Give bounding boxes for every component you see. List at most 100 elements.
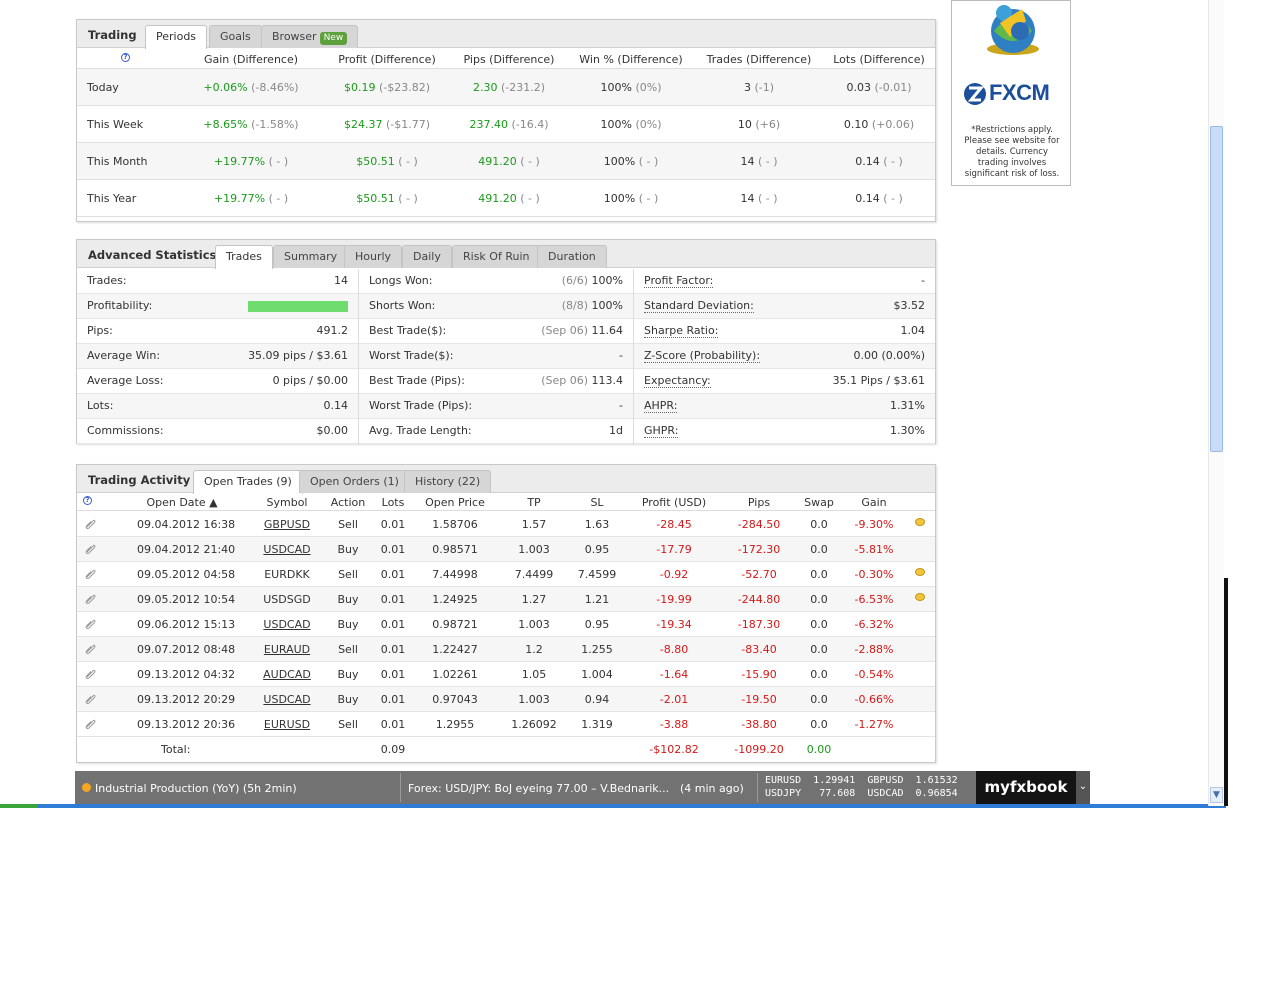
stat-row: Lots: 0.14 [77,394,358,419]
tab-open-trades[interactable]: Open Trades (9) [193,470,303,494]
vertical-scrollbar[interactable]: ▼ [1208,0,1224,806]
total-lots: 0.09 [380,743,406,756]
stat-help-label[interactable]: Expectancy: [644,374,711,388]
tab-risk-of-ruin[interactable]: Risk Of Ruin [452,245,541,268]
stat-value-group: (8/8) 100% [562,294,623,318]
stat-row: Worst Trade($): - [359,344,633,369]
stat-value: - [921,274,925,287]
trade-profit-cell: -1.64 [659,668,689,681]
tab-goals[interactable]: Goals [209,25,262,48]
tab-open-orders[interactable]: Open Orders (1) [299,470,410,493]
trade-row[interactable]: 09.13.2012 20:36 EURUSD Sell 0.01 1.2955 1.26… [77,712,935,737]
col-sl[interactable]: SL [567,496,627,509]
attachment-icon[interactable] [84,668,96,680]
tab-hourly[interactable]: Hourly [344,245,403,268]
stat-row: Expectancy: 35.1 Pips / $3.61 [634,369,935,394]
scrollbar-thumb[interactable] [1210,126,1223,452]
trade-swap-cell: 0.0 [810,518,828,531]
myfxbook-logo[interactable]: myfxbook [976,771,1076,804]
attachment-icon[interactable] [84,518,96,530]
attachment-icon[interactable] [84,593,96,605]
fxcm-disclaimer: *Restrictions apply. Please see website … [964,125,1060,179]
period-gain-value: +8.65% [203,118,248,131]
col-lots[interactable]: Lots [373,496,413,509]
period-gain-cell: +0.06% (-8.46%) [187,81,315,94]
trade-row[interactable]: 09.13.2012 04:32 AUDCAD Buy 0.01 1.02261 1.05… [77,662,935,687]
stats-column-1: Trades: 14 Profitability: Pips: 491.2 Average… [77,269,359,444]
attachment-icon[interactable] [84,718,96,730]
period-gain-value: +0.06% [203,81,248,94]
trade-row[interactable]: 09.13.2012 20:29 USDCAD Buy 0.01 0.97043 1.00… [77,687,935,712]
quotes-block[interactable]: EURUSD 1.29941 GBPUSD 1.61532 USDJPY 77.… [765,774,975,800]
scroll-down-arrow-icon[interactable]: ▼ [1210,787,1223,803]
col-profit[interactable]: Profit (Difference) [323,53,451,66]
col-open-price[interactable]: Open Price [420,496,490,509]
period-row: This Month +19.77% ( - ) $50.51 ( - ) 491.2… [77,143,935,180]
trade-symbol-cell[interactable]: GBPUSD [257,518,317,531]
col-swap[interactable]: Swap [799,496,839,509]
trade-symbol-cell[interactable]: USDCAD [257,693,317,706]
col-pips[interactable]: Pips [729,496,789,509]
trade-row[interactable]: 09.06.2012 15:13 USDCAD Buy 0.01 0.98721 1.00… [77,612,935,637]
period-profit-cell: $50.51 ( - ) [323,155,451,168]
trade-gain-cell: -6.32% [854,618,894,631]
period-profit-cell: $50.51 ( - ) [323,192,451,205]
period-trades-value: 14 [740,192,755,205]
tab-summary[interactable]: Summary [273,245,349,268]
trade-row[interactable]: 09.05.2012 10:54 USDSGD Buy 0.01 1.24925 1.27… [77,587,935,612]
attachment-icon[interactable] [84,543,96,555]
tab-daily[interactable]: Daily [402,245,452,268]
attachment-icon[interactable] [84,693,96,705]
period-lots-cell: 0.03 (-0.01) [815,81,943,94]
news-headline-link[interactable]: Forex: USD/JPY: BoJ eyeing 77.00 – V.Bed… [408,782,669,795]
trade-symbol-cell[interactable]: EURAUD [257,643,317,656]
stat-help-label[interactable]: Standard Deviation: [644,299,754,313]
col-lots[interactable]: Lots (Difference) [815,53,943,66]
stat-help-label[interactable]: Z-Score (Probability): [644,349,761,363]
quote-pair: GBPUSD [867,775,904,786]
col-pips[interactable]: Pips (Difference) [445,53,573,66]
trade-symbol-cell[interactable]: USDCAD [257,618,317,631]
trade-row[interactable]: 09.05.2012 04:58 EURDKK Sell 0.01 7.44998 7.4… [77,562,935,587]
col-win[interactable]: Win % (Difference) [567,53,695,66]
fxcm-ad[interactable]: FXCM *Restrictions apply. Please see web… [951,0,1071,186]
col-gain[interactable]: Gain (Difference) [187,53,315,66]
col-open-date[interactable]: Open Date ▲ [137,496,227,509]
tab-browser[interactable]: Browser New [261,25,359,48]
trade-symbol-cell[interactable]: AUDCAD [257,668,317,681]
tab-history[interactable]: History (22) [404,470,492,493]
tab-trades[interactable]: Trades [215,245,273,269]
attachment-icon[interactable] [84,618,96,630]
trade-date-cell: 09.13.2012 20:29 [137,693,236,706]
trading-activity-panel: Trading Activity Open Trades (9) Open Or… [76,464,936,763]
attachment-icon[interactable] [84,568,96,580]
col-profit[interactable]: Profit (USD) [634,496,714,509]
col-tp[interactable]: TP [504,496,564,509]
col-action[interactable]: Action [323,496,373,509]
trade-sl-cell: 7.4599 [577,568,617,581]
comment-bubble-icon[interactable] [915,568,925,576]
fxcm-z-icon [964,83,986,105]
period-trades-cell: 10 (+6) [695,118,823,131]
window-edge [1224,578,1228,806]
col-trades[interactable]: Trades (Difference) [695,53,823,66]
stat-help-label[interactable]: GHPR: [644,424,679,438]
stat-help-label[interactable]: Profit Factor: [644,274,714,288]
col-gain[interactable]: Gain [849,496,899,509]
window-bottom-green [0,804,38,808]
tab-periods[interactable]: Periods [145,25,208,49]
attachment-icon[interactable] [84,643,96,655]
trade-symbol-cell[interactable]: USDCAD [257,543,317,556]
stat-help-label[interactable]: Sharpe Ratio: [644,324,719,338]
tab-duration[interactable]: Duration [537,245,607,268]
trade-row[interactable]: 09.04.2012 16:38 GBPUSD Sell 0.01 1.58706 1.5… [77,512,935,537]
comment-bubble-icon[interactable] [915,518,925,526]
comment-bubble-icon[interactable] [915,593,925,601]
ticker-collapse-button[interactable]: ⌄ [1076,771,1090,804]
trade-row[interactable]: 09.07.2012 08:48 EURAUD Sell 0.01 1.22427 1.2… [77,637,935,662]
stat-help-label[interactable]: AHPR: [644,399,678,413]
trade-symbol-cell[interactable]: EURUSD [257,718,317,731]
trade-row[interactable]: 09.04.2012 21:40 USDCAD Buy 0.01 0.98571 1.00… [77,537,935,562]
col-symbol[interactable]: Symbol [257,496,317,509]
economic-event-link[interactable]: Industrial Production (YoY) (5h 2min) [95,782,297,795]
